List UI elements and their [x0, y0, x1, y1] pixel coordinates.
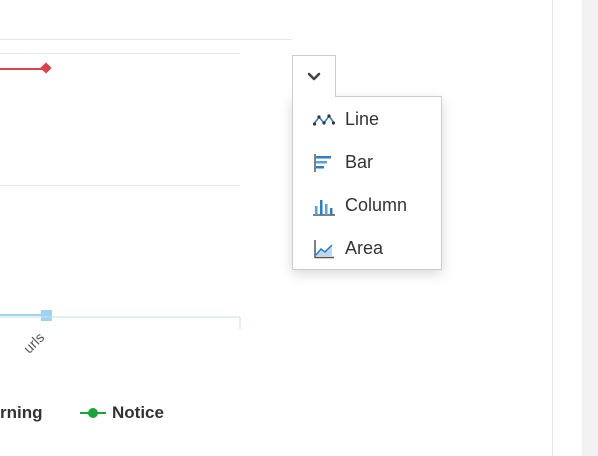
chart-type-menu: Line Bar Column Area	[292, 96, 442, 270]
warning-series-point	[40, 62, 52, 74]
notice-legend-marker-icon	[80, 408, 106, 418]
menu-item-label: Area	[345, 238, 384, 258]
bar-chart-icon	[312, 151, 336, 175]
menu-item-column[interactable]: Column	[293, 184, 441, 227]
legend-item-notice[interactable]: Notice	[80, 403, 164, 423]
chart-plot	[0, 62, 241, 329]
legend-label-notice: Notice	[112, 403, 164, 422]
line-chart-icon	[312, 108, 336, 132]
area-chart-icon	[312, 237, 336, 261]
menu-item-label: Column	[345, 195, 408, 215]
menu-item-line[interactable]: Line	[293, 98, 441, 141]
menu-item-label: Line	[345, 109, 380, 129]
chevron-down-icon	[307, 72, 321, 80]
page-scrollbar[interactable]	[582, 0, 598, 456]
column-chart-icon	[312, 194, 336, 218]
urls-series-point	[41, 310, 52, 321]
menu-item-bar[interactable]: Bar	[293, 141, 441, 184]
chart-type-toggle-button[interactable]	[292, 55, 336, 97]
legend-item-warning[interactable]: rning	[0, 403, 43, 423]
menu-item-area[interactable]: Area	[293, 227, 441, 270]
menu-item-label: Bar	[345, 152, 374, 172]
